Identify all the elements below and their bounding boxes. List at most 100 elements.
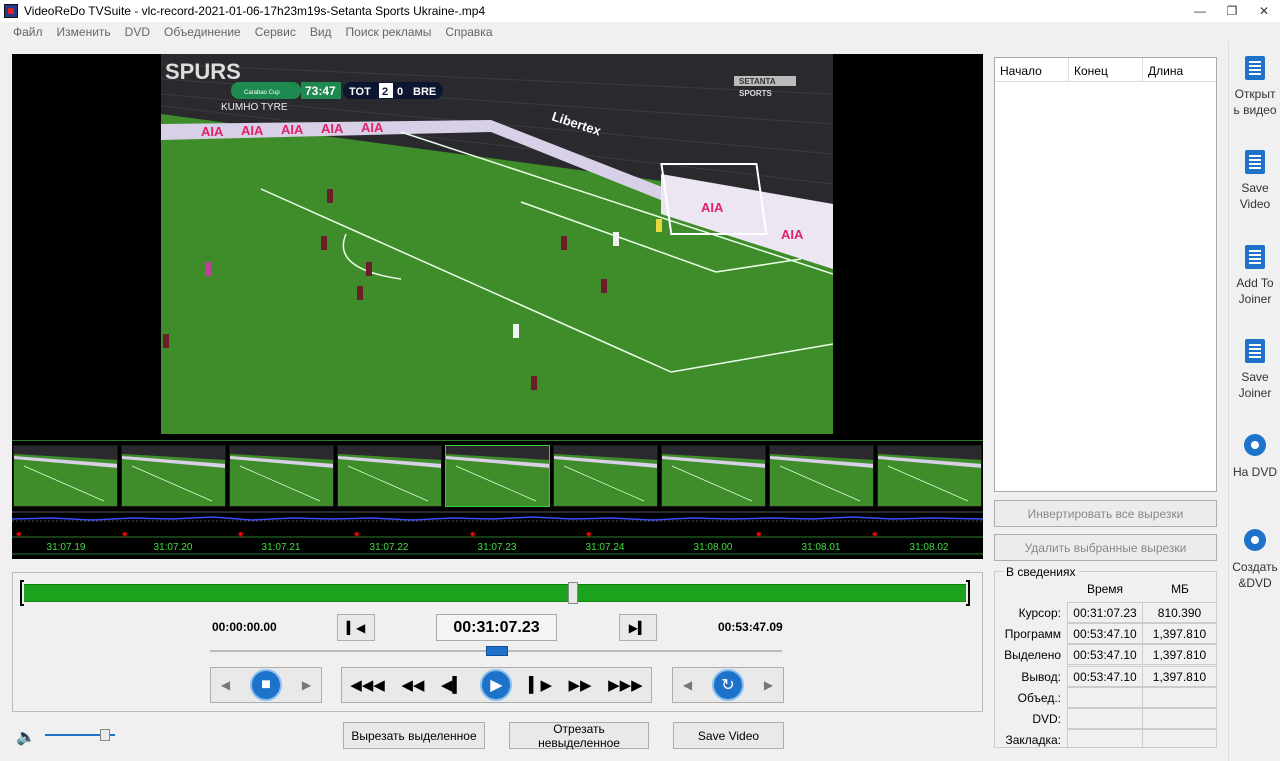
set-end-button[interactable]: ▶▍ xyxy=(619,614,657,641)
position-slider[interactable] xyxy=(20,580,970,606)
thumbnail[interactable] xyxy=(229,445,334,507)
fast-rewind-icon[interactable]: ◀◀◀ xyxy=(350,676,385,694)
timeline-label: 31:07.20 xyxy=(153,542,193,553)
menu-edit[interactable]: Изменить xyxy=(50,25,118,39)
app-icon xyxy=(4,4,18,18)
next-icon[interactable]: ▶ xyxy=(302,678,311,692)
delete-cuts-button[interactable]: Удалить выбранные вырезки xyxy=(994,534,1217,561)
save-joiner-button[interactable]: Save Joiner xyxy=(1229,339,1280,401)
refresh-group: ◀ ↻ ▶ xyxy=(672,667,784,703)
next-icon[interactable]: ▶ xyxy=(764,678,773,692)
seek-thumb[interactable] xyxy=(486,646,508,656)
info-header-mb: МБ xyxy=(1171,582,1189,596)
thumbnail[interactable] xyxy=(877,445,982,507)
selection-end-bracket[interactable] xyxy=(966,580,970,606)
info-panel: В сведениях Время МБ Курсор: 00:31:07.23… xyxy=(994,565,1218,748)
set-start-button[interactable]: ▍◀ xyxy=(337,614,375,641)
menu-ad-detective[interactable]: Поиск рекламы xyxy=(339,25,439,39)
thumbnail[interactable] xyxy=(661,445,766,507)
info-row-dvd: DVD: xyxy=(995,708,1218,729)
column-length[interactable]: Длина xyxy=(1143,58,1216,81)
ad-board-text: AIA xyxy=(701,200,724,215)
menu-help[interactable]: Справка xyxy=(438,25,499,39)
timeline-label: 31:08.00 xyxy=(693,542,733,553)
to-dvd-button[interactable]: На DVD xyxy=(1229,434,1280,480)
stand-text: KUMHO TYRE xyxy=(221,102,288,113)
minimize-button[interactable]: — xyxy=(1184,0,1216,22)
svg-text:0: 0 xyxy=(397,86,403,98)
save-video-icon xyxy=(1243,150,1267,176)
create-dvd-button[interactable]: Создать &DVD xyxy=(1229,529,1280,591)
column-end[interactable]: Конец xyxy=(1069,58,1143,81)
step-back-icon[interactable]: ◀▍ xyxy=(441,676,464,694)
volume-thumb[interactable] xyxy=(99,729,110,741)
thumbnail[interactable] xyxy=(553,445,658,507)
svg-text:SPORTS: SPORTS xyxy=(739,89,773,98)
cut-selected-button[interactable]: Вырезать выделенное xyxy=(343,722,485,749)
thumbnail-strip[interactable] xyxy=(12,440,983,508)
volume-icon[interactable]: 🔈 xyxy=(16,727,36,747)
step-forward-icon[interactable]: ▍▶ xyxy=(529,676,552,694)
start-time: 00:00:00.00 xyxy=(212,620,277,634)
progress-bar[interactable] xyxy=(24,584,966,602)
info-legend: В сведениях xyxy=(1003,565,1079,579)
prev-icon[interactable]: ◀ xyxy=(683,678,692,692)
save-joiner-icon xyxy=(1243,339,1267,365)
trim-unselected-button[interactable]: Отрезать невыделенное xyxy=(509,722,649,750)
ad-board-text: AIA xyxy=(781,227,804,242)
stand-text-2: SPURS xyxy=(165,59,241,84)
timeline-marker: ◆ xyxy=(586,531,592,538)
position-thumb[interactable] xyxy=(568,582,579,604)
invert-cuts-button[interactable]: Инвертировать все вырезки xyxy=(994,500,1217,527)
ad-board-text: AIA xyxy=(321,121,344,136)
goto-button[interactable]: ↻ xyxy=(712,669,744,701)
info-row-cursor: Курсор: 00:31:07.23 810.390 xyxy=(995,602,1218,623)
dvd-icon xyxy=(1243,434,1267,460)
play-button[interactable]: ▶ xyxy=(480,669,513,701)
stop-button[interactable]: ■ xyxy=(250,669,282,701)
svg-text:TOT: TOT xyxy=(349,86,371,98)
cuts-list[interactable]: Начало Конец Длина xyxy=(994,57,1217,492)
info-row-selected: Выделено 00:53:47.10 1,397.810 xyxy=(995,644,1218,665)
close-button[interactable]: ✕ xyxy=(1248,0,1280,22)
open-video-button[interactable]: Открыт ь видео xyxy=(1229,56,1280,118)
menu-tools[interactable]: Сервис xyxy=(248,25,303,39)
cuts-list-header: Начало Конец Длина xyxy=(995,58,1216,82)
title-bar: VideoReDo TVSuite - vlc-record-2021-01-0… xyxy=(0,0,1280,22)
thumbnail-current[interactable] xyxy=(445,445,550,507)
menu-dvd[interactable]: DVD xyxy=(118,25,157,39)
info-header-time: Время xyxy=(1086,582,1124,596)
prev-icon[interactable]: ◀ xyxy=(221,678,230,692)
save-video-button[interactable]: Save Video xyxy=(673,722,784,749)
ad-board-text: AIA xyxy=(201,124,224,139)
rewind-icon[interactable]: ◀◀ xyxy=(401,676,424,694)
fast-forward-icon[interactable]: ▶▶▶ xyxy=(608,676,643,694)
frame-timeline[interactable]: ◆ ◆ ◆ ◆ ◆ ◆ ◆ ◆ 31:07.19 31:07.20 31:07.… xyxy=(12,508,983,559)
stop-icon: ■ xyxy=(261,676,271,693)
timeline-label: 31:07.19 xyxy=(46,542,86,553)
ad-board-text: AIA xyxy=(361,120,384,135)
save-video-sidebar-button[interactable]: Save Video xyxy=(1229,150,1280,212)
timeline-label: 31:08.02 xyxy=(909,542,949,553)
forward-icon[interactable]: ▶▶ xyxy=(569,676,592,694)
restore-button[interactable]: ❐ xyxy=(1216,0,1248,22)
menu-view[interactable]: Вид xyxy=(303,25,339,39)
video-frame[interactable]: KUMHO TYRE SPURS Libertex AIA AIA AIA AI… xyxy=(161,54,833,434)
column-start[interactable]: Начало xyxy=(995,58,1069,81)
thumbnail[interactable] xyxy=(121,445,226,507)
window-title: VideoReDo TVSuite - vlc-record-2021-01-0… xyxy=(24,4,486,18)
end-time: 00:53:47.09 xyxy=(718,620,783,634)
timeline-label: 31:07.21 xyxy=(261,542,301,553)
menu-joiner[interactable]: Объединение xyxy=(157,25,248,39)
add-to-joiner-button[interactable]: Add To Joiner xyxy=(1229,245,1280,307)
menu-file[interactable]: Файл xyxy=(6,25,50,39)
thumbnail[interactable] xyxy=(337,445,442,507)
add-joiner-icon xyxy=(1243,245,1267,271)
video-panel[interactable]: KUMHO TYRE SPURS Libertex AIA AIA AIA AI… xyxy=(12,54,983,440)
refresh-icon: ↻ xyxy=(721,677,735,694)
svg-text:2: 2 xyxy=(382,86,388,98)
svg-text:Carabao Cup: Carabao Cup xyxy=(244,90,280,96)
thumbnail[interactable] xyxy=(769,445,874,507)
timeline-marker: ◆ xyxy=(238,531,244,538)
thumbnail[interactable] xyxy=(13,445,118,507)
